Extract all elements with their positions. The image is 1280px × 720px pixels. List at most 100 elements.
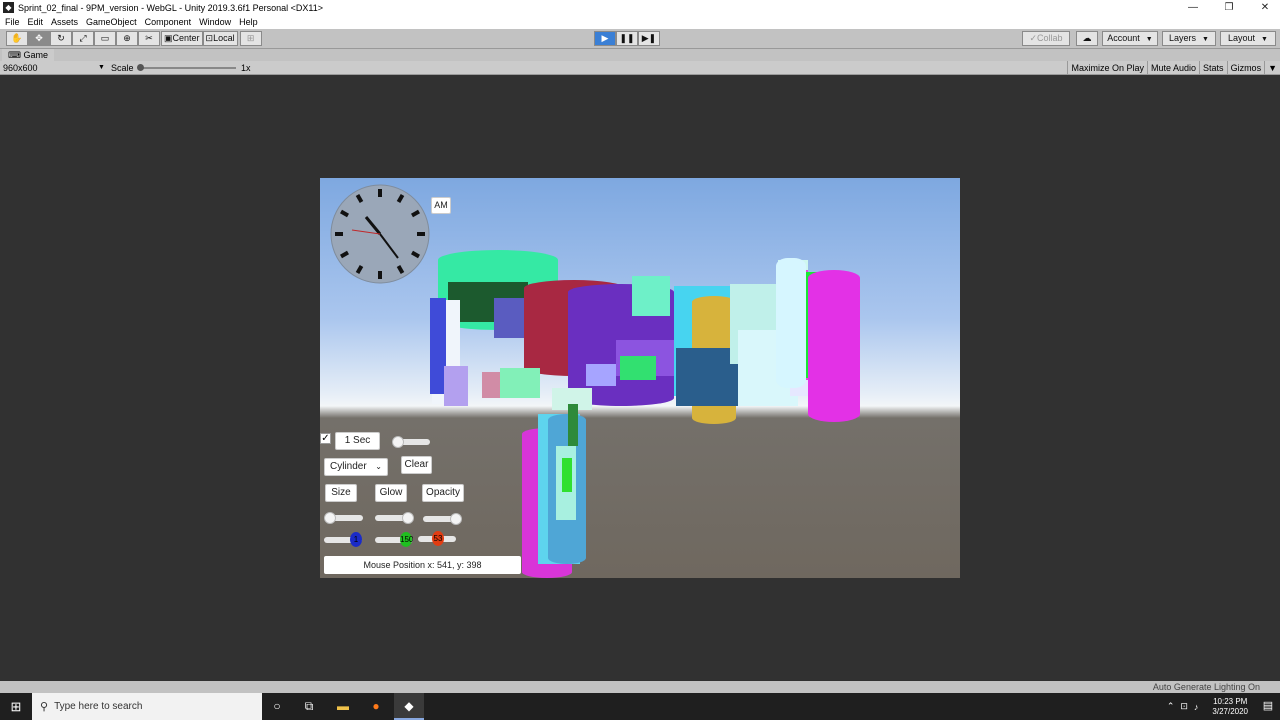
account-group: Account ▼ [1102, 31, 1158, 46]
windows-start-icon[interactable]: ⊞ [0, 693, 32, 720]
mouse-position-readout: Mouse Position x: 541, y: 398 [324, 556, 521, 574]
green-slider-thumb[interactable]: 150 [400, 532, 413, 547]
layout-dropdown[interactable]: Layout ▼ [1220, 31, 1276, 46]
game-view-toolbar: 960x600 ▼ Scale 1x Maximize On Play Mute… [0, 61, 1280, 75]
mute-audio-button[interactable]: Mute Audio [1147, 61, 1199, 75]
menu-assets[interactable]: Assets [51, 17, 78, 27]
menu-component[interactable]: Component [145, 17, 192, 27]
game-viewport[interactable]: AM ✓ 1 Sec Cylinder ⌄ Clear Size Glow Opa… [320, 178, 960, 578]
close-icon[interactable]: ✕ [1250, 0, 1280, 15]
taskbar-search[interactable]: ⚲ Type here to search [32, 693, 262, 720]
layout-label: Layout [1228, 33, 1256, 43]
transform-tool-icon[interactable]: ⊕ [116, 31, 138, 46]
notification-icon[interactable]: ▤ [1256, 693, 1280, 720]
layout-group: Layout ▼ [1220, 31, 1276, 46]
resolution-dropdown[interactable]: 960x600 [3, 63, 38, 73]
clear-button[interactable]: Clear [401, 456, 432, 474]
menu-file[interactable]: File [5, 17, 20, 27]
enable-checkbox[interactable]: ✓ [320, 433, 331, 444]
shape-select-label: Cylinder [330, 461, 367, 472]
volume-icon[interactable]: ♪ [1194, 702, 1199, 712]
network-icon[interactable]: ⊡ [1180, 701, 1188, 712]
stats-button[interactable]: Stats [1199, 61, 1227, 75]
pivot-local-icon: ⊡ [205, 33, 214, 43]
move-tool-icon[interactable]: ✥ [28, 31, 50, 46]
maximize-on-play-button[interactable]: Maximize On Play [1067, 61, 1147, 75]
gizmos-button[interactable]: Gizmos [1226, 61, 1265, 75]
firefox-icon[interactable]: ● [361, 693, 391, 720]
scale-slider-thumb[interactable] [137, 64, 144, 71]
layers-label: Layers [1169, 33, 1197, 43]
scene-cylinder [808, 270, 860, 422]
file-explorer-icon[interactable]: ▬ [328, 693, 358, 720]
tab-game[interactable]: ⌨ Game [2, 49, 55, 61]
scene-cylinder [500, 368, 540, 398]
scene-cylinder [482, 372, 502, 398]
shape-dropdown[interactable]: Cylinder ⌄ [324, 458, 388, 476]
taskbar-clock[interactable]: 10:23 PM 3/27/2020 [1212, 697, 1248, 717]
scale-label: Scale [111, 62, 134, 73]
chevron-down-icon[interactable]: ▼ [1264, 61, 1280, 75]
scale-slider-track[interactable] [140, 67, 236, 69]
opacity-button[interactable]: Opacity [422, 484, 464, 502]
analog-clock [330, 184, 430, 284]
snap-icon[interactable]: ⊞ [239, 31, 262, 46]
minimize-icon[interactable]: — [1178, 0, 1208, 15]
size-button[interactable]: Size [325, 484, 357, 502]
scale-tool-icon[interactable]: ⤢ [72, 31, 94, 46]
layers-dropdown[interactable]: Layers ▼ [1162, 31, 1216, 46]
custom-tool-icon[interactable]: ✂ [138, 31, 160, 46]
interval-slider-thumb[interactable] [392, 436, 404, 448]
scene-cylinder [620, 356, 656, 380]
play-controls: ▶ ❚❚ ▶❚ [594, 31, 660, 46]
pivot-local-button[interactable]: ⊡Local [202, 31, 238, 46]
chevron-down-icon: ▼ [98, 64, 105, 71]
title-bar: ◆ Sprint_02_final - 9PM_version - WebGL … [0, 0, 1280, 15]
account-label: Account [1107, 33, 1140, 43]
tab-game-label: Game [23, 50, 49, 60]
task-view-icon[interactable]: ⧉ [294, 693, 324, 720]
pivot-center-label: Center [172, 33, 200, 43]
opacity-slider-thumb[interactable] [450, 513, 462, 525]
maximize-icon[interactable]: ❐ [1214, 0, 1244, 15]
chevron-down-icon: ⌄ [375, 462, 382, 471]
rect-tool-icon[interactable]: ▭ [94, 31, 116, 46]
window-title: Sprint_02_final - 9PM_version - WebGL - … [18, 2, 323, 13]
cortana-icon[interactable]: ○ [262, 693, 292, 720]
chevron-up-icon[interactable]: ⌃ [1167, 701, 1175, 712]
size-slider-thumb[interactable] [324, 512, 336, 524]
collab-button[interactable]: ✓Collab [1022, 31, 1070, 46]
step-icon[interactable]: ▶❚ [638, 31, 660, 46]
scene-cylinder [632, 276, 670, 316]
hand-tool-icon[interactable]: ✋ [6, 31, 28, 46]
taskbar: ⊞ ⚲ Type here to search ○ ⧉ ▬ ● ◆ ⌃ ⊡ ♪ … [0, 693, 1280, 720]
cloud-icon[interactable]: ☁ [1076, 31, 1098, 46]
blue-slider-thumb[interactable]: 1 [350, 532, 362, 547]
game-view-options: Maximize On Play Mute Audio Stats Gizmos… [1067, 61, 1280, 75]
interval-button[interactable]: 1 Sec [335, 432, 380, 450]
play-icon[interactable]: ▶ [594, 31, 616, 46]
window-controls: — ❐ ✕ [1172, 0, 1280, 15]
pivot-tools: ▣Center ⊡Local ⊞ [161, 31, 262, 46]
menu-gameobject[interactable]: GameObject [86, 17, 137, 27]
collab-check-icon: ✓ [1029, 33, 1038, 43]
account-dropdown[interactable]: Account ▼ [1102, 31, 1158, 46]
rotate-tool-icon[interactable]: ↻ [50, 31, 72, 46]
glow-slider-thumb[interactable] [402, 512, 414, 524]
menu-edit[interactable]: Edit [28, 17, 44, 27]
chevron-down-icon: ▼ [1261, 36, 1268, 43]
collab-label: Collab [1037, 33, 1063, 43]
red-slider-thumb[interactable]: 53 [432, 531, 444, 546]
scene-cylinder [776, 258, 806, 388]
pivot-center-button[interactable]: ▣Center [161, 31, 203, 46]
taskbar-time: 10:23 PM [1213, 696, 1248, 706]
glow-button[interactable]: Glow [375, 484, 407, 502]
gamepad-icon: ⌨ [8, 50, 21, 60]
scene-cylinder [586, 364, 616, 386]
menu-help[interactable]: Help [239, 17, 258, 27]
unity-taskbar-icon[interactable]: ◆ [394, 693, 424, 720]
pause-icon[interactable]: ❚❚ [616, 31, 638, 46]
system-tray: ⌃ ⊡ ♪ 10:23 PM 3/27/2020 ▤ [1167, 693, 1280, 720]
menu-window[interactable]: Window [199, 17, 231, 27]
scene-cylinder [444, 366, 468, 406]
